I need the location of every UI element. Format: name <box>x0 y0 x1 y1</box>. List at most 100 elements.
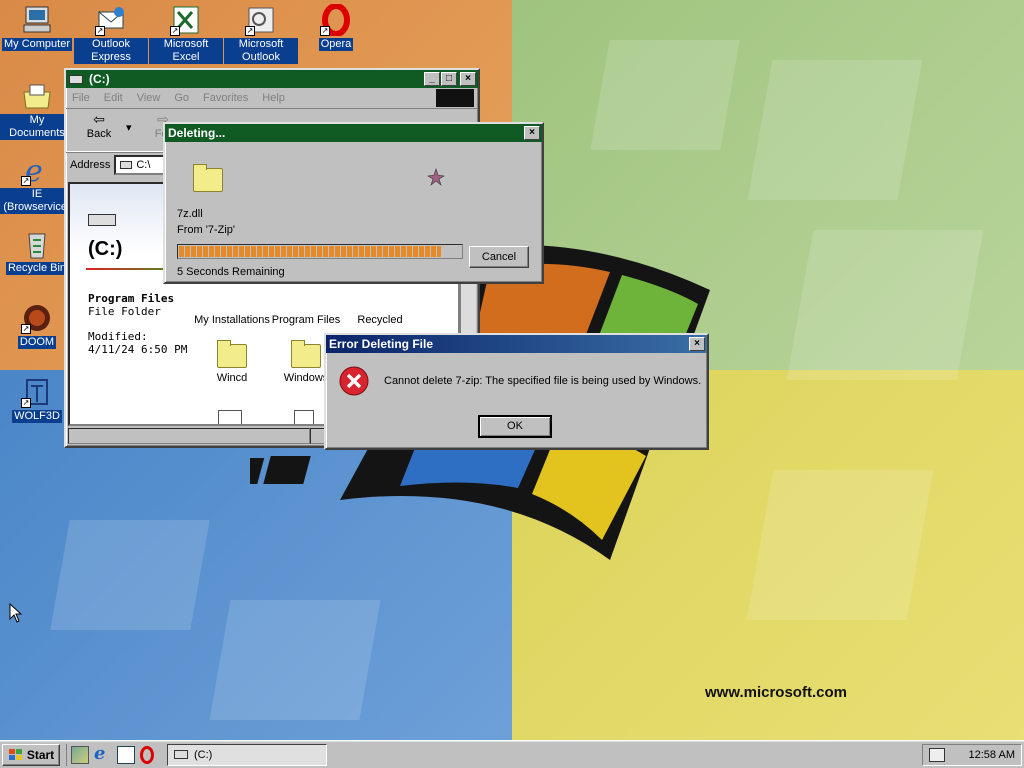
desktop-icon-my-computer[interactable]: My Computer <box>0 4 74 51</box>
close-button[interactable]: × <box>524 126 540 140</box>
show-desktop-icon[interactable] <box>71 745 89 764</box>
deleting-file-name: 7z.dll <box>177 208 203 220</box>
error-dialog[interactable]: Error Deleting File × Cannot delete 7-zi… <box>324 333 709 450</box>
modified-value: 4/11/24 6:50 PM <box>88 343 188 356</box>
menu-file[interactable]: File <box>72 92 90 104</box>
folder-my-installations[interactable]: My Installations <box>194 286 270 326</box>
folder-icon <box>291 340 321 368</box>
error-message: Cannot delete 7-zip: The specified file … <box>384 375 702 387</box>
start-button[interactable]: Start <box>2 743 60 766</box>
hard-drive-icon <box>88 214 116 226</box>
task-label: (C:) <box>194 748 213 761</box>
desktop-icon-excel[interactable]: ↗ Microsoft Excel <box>149 4 223 64</box>
recycle-bin-icon <box>21 228 53 260</box>
menu-favorites[interactable]: Favorites <box>203 92 248 104</box>
folder-recycled[interactable]: Recycled <box>342 286 418 326</box>
drive-heading: (C:) <box>88 238 123 260</box>
deleting-dialog[interactable]: Deleting... × 7z.dll From '7-Zip' 5 Seco… <box>163 122 544 284</box>
desktop-icon-outlook[interactable]: ↗ Microsoft Outlook <box>224 4 298 64</box>
modified-label: Modified: <box>88 330 148 343</box>
wallpaper-tile <box>50 520 210 630</box>
minimize-button[interactable]: _ <box>424 72 440 86</box>
folder-program-files[interactable]: Program Files <box>268 286 344 326</box>
windows-throbber-icon <box>436 89 474 107</box>
documents-folder-icon <box>21 80 53 112</box>
shortcut-arrow-icon: ↗ <box>95 26 105 36</box>
wallpaper-tile <box>747 60 923 200</box>
explorer-title: (C:) <box>89 72 110 86</box>
start-label: Start <box>26 747 55 762</box>
system-tray: 12:58 AM <box>922 743 1022 766</box>
folder-label: Windows <box>283 372 329 384</box>
wallpaper-tile <box>746 470 934 620</box>
desktop-icon-doom[interactable]: ↗ DOOM <box>0 302 74 349</box>
outlook-express-icon[interactable] <box>117 745 135 764</box>
wallpaper-tile <box>590 40 740 150</box>
address-value: C:\ <box>136 158 151 171</box>
shortcut-arrow-icon: ↗ <box>21 176 31 186</box>
close-button[interactable]: × <box>689 337 705 351</box>
clock[interactable]: 12:58 AM <box>969 749 1015 761</box>
menu-go[interactable]: Go <box>174 92 189 104</box>
desktop-icon-label: My Documents <box>0 114 74 140</box>
desktop-icon-opera[interactable]: ↗ Opera <box>299 3 373 51</box>
drive-icon <box>120 160 133 169</box>
desktop-icon-label: IE (Browservice) <box>0 188 74 214</box>
wallpaper-tile <box>786 230 984 380</box>
desktop-icon-wolf3d[interactable]: ↗ WOLF3D <box>0 376 74 423</box>
taskbar: Start e (C:) 12:58 AM <box>0 740 1024 768</box>
deleting-titlebar[interactable]: Deleting... × <box>165 124 542 142</box>
folder-label: My Installations <box>194 314 270 326</box>
menu-help[interactable]: Help <box>262 92 285 104</box>
back-arrow-icon: ⇦ <box>93 111 105 127</box>
back-label: Back <box>86 128 112 140</box>
error-icon <box>339 366 369 396</box>
deleting-source: From '7-Zip' <box>177 224 235 236</box>
wallpaper-tile <box>209 600 381 720</box>
desktop-icon-label: Microsoft Excel <box>149 38 223 64</box>
desktop-icon-recycle-bin[interactable]: Recycle Bin <box>0 228 74 275</box>
cancel-button[interactable]: Cancel <box>469 246 529 268</box>
opera-icon[interactable] <box>140 745 154 764</box>
outlook-icon: ↗ <box>245 4 277 36</box>
ok-button[interactable]: OK <box>478 415 552 438</box>
windows-flag-icon <box>8 748 22 760</box>
explorer-titlebar[interactable]: (C:) _ □ × <box>66 70 478 88</box>
menu-view[interactable]: View <box>137 92 161 104</box>
deleting-title: Deleting... <box>168 126 226 140</box>
menu-edit[interactable]: Edit <box>104 92 123 104</box>
desktop-icon-label: DOOM <box>17 336 57 349</box>
file-icon[interactable] <box>294 410 314 424</box>
close-button[interactable]: × <box>460 72 476 86</box>
desktop-icon-label: Outlook Express <box>74 38 148 64</box>
taskbar-button-c-drive[interactable]: (C:) <box>167 743 327 766</box>
explorer-menubar: File Edit View Go Favorites Help <box>66 88 478 108</box>
shortcut-arrow-icon: ↗ <box>170 26 180 36</box>
internet-explorer-icon[interactable]: e <box>94 744 112 764</box>
desktop-icon-outlook-express[interactable]: ↗ Outlook Express <box>74 4 148 64</box>
desktop-icon-label: Microsoft Outlook <box>224 38 298 64</box>
drive-icon <box>69 74 83 84</box>
folder-label: Recycled <box>357 314 403 326</box>
folder-label: Program Files <box>271 314 341 326</box>
wolf3d-icon: ↗ <box>21 376 53 408</box>
tray-network-icon[interactable] <box>929 747 945 762</box>
progress-fill <box>179 246 442 257</box>
selected-name: Program Files <box>88 292 175 305</box>
error-title: Error Deleting File <box>329 337 434 351</box>
address-label: Address <box>70 158 111 171</box>
desktop-icon-ie-browservice[interactable]: e ↗ IE (Browservice) <box>0 154 74 214</box>
back-dropdown-icon[interactable]: ▾ <box>126 109 136 134</box>
delete-progress-bar <box>177 244 463 259</box>
folder-wincd[interactable]: Wincd <box>194 340 270 384</box>
desktop-icon-label: WOLF3D <box>12 410 62 423</box>
desktop-icon-my-documents[interactable]: My Documents <box>0 80 74 140</box>
mouse-cursor-icon <box>9 603 23 623</box>
file-icon[interactable] <box>218 410 242 424</box>
opera-icon: ↗ <box>320 3 352 37</box>
maximize-button[interactable]: □ <box>441 72 457 86</box>
quick-launch: e <box>66 743 159 766</box>
desktop-icon-label: My Computer <box>1 38 73 51</box>
back-button[interactable]: ⇦ Back <box>72 109 126 140</box>
error-titlebar[interactable]: Error Deleting File × <box>326 335 707 353</box>
